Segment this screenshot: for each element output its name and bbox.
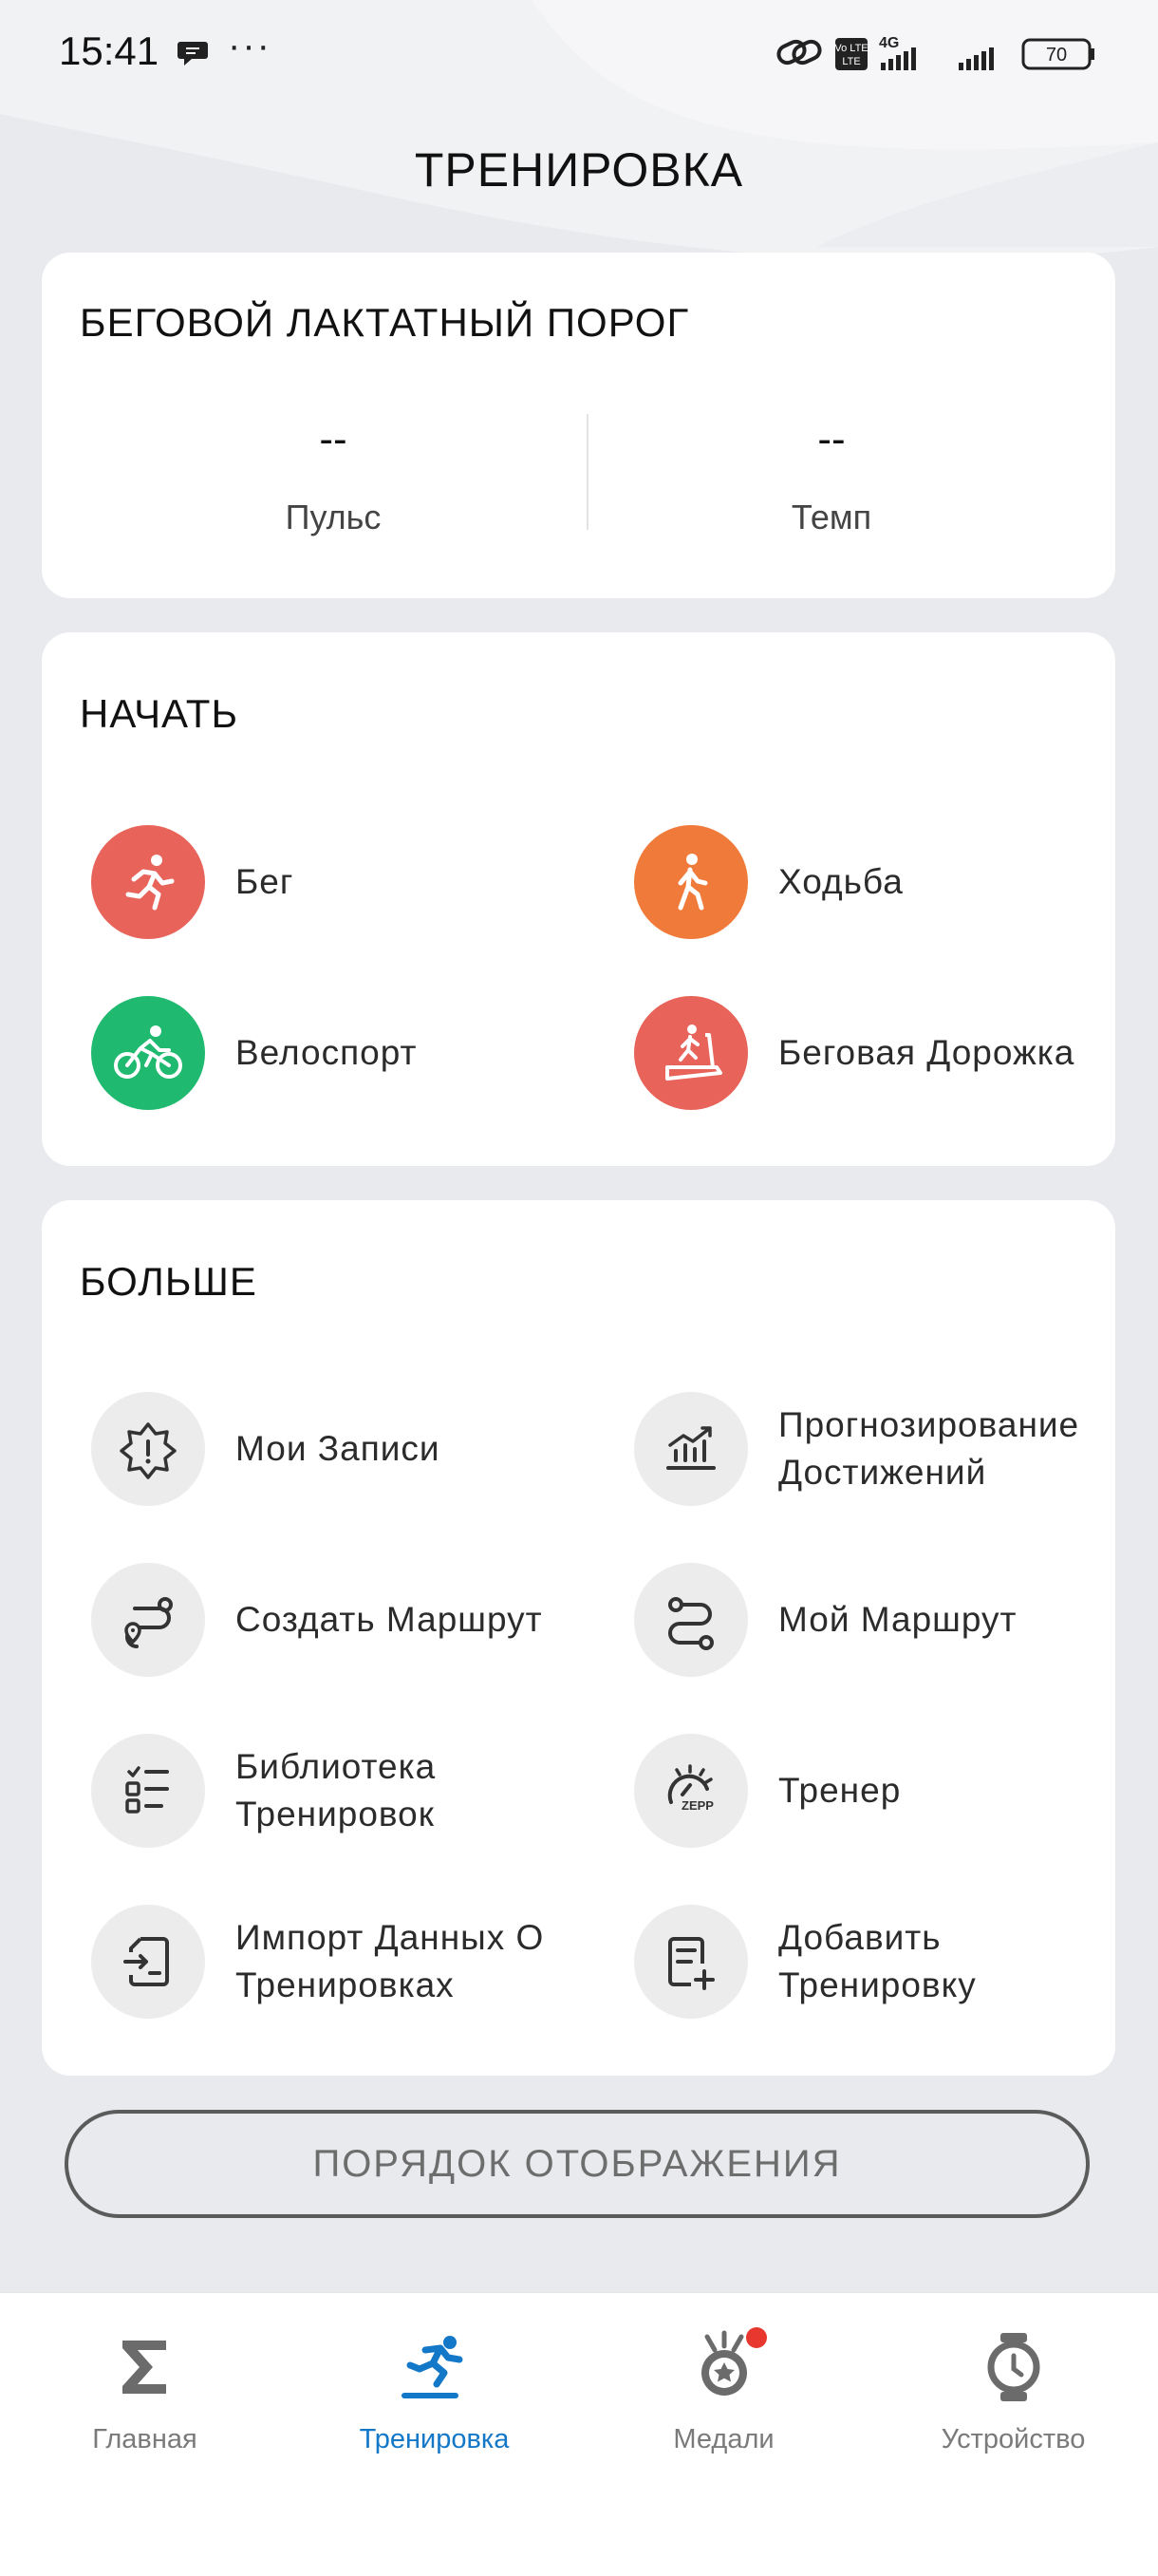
more-my-route[interactable]: Мой Маршрут [634, 1558, 1109, 1682]
zepp-coach-icon: ZEPP [634, 1734, 748, 1848]
bottom-tab-bar: Главная Тренировка Медали Устройство [0, 2292, 1158, 2576]
workout-runner-icon [401, 2336, 462, 2398]
status-more-dots: ··· [228, 25, 271, 66]
tab-home-label: Главная [92, 2424, 197, 2454]
cycling-icon [91, 996, 205, 1110]
medals-notification-dot [746, 2327, 767, 2348]
more-import-line2: Тренировках [235, 1965, 455, 2004]
watch-icon [987, 2333, 1039, 2401]
more-workout-library[interactable]: Библиотека Тренировок [91, 1729, 585, 1852]
records-badge-icon [91, 1392, 205, 1506]
start-card-title: НАЧАТЬ [80, 691, 239, 736]
start-treadmill-label: Беговая Дорожка [778, 1033, 1075, 1072]
more-card-title: БОЛЬШЕ [80, 1259, 257, 1304]
tab-device[interactable]: Устройство [868, 2312, 1158, 2454]
tab-workout-label: Тренировка [359, 2424, 510, 2454]
tab-home[interactable]: Главная [0, 2312, 290, 2454]
more-my-records-label: Мои Записи [235, 1429, 440, 1468]
message-bubble-icon [177, 42, 208, 66]
add-workout-icon [634, 1905, 748, 2019]
more-library-line1: Библиотека [235, 1747, 437, 1786]
status-time: 15:41 [59, 28, 159, 73]
more-prediction-line1: Прогнозирование [778, 1405, 1080, 1444]
start-walk[interactable]: Ходьба [634, 820, 1099, 944]
page-title: ТРЕНИРОВКА [414, 143, 744, 197]
treadmill-icon [634, 996, 748, 1110]
pulse-label: Пульс [285, 498, 382, 536]
pace-value: -- [817, 416, 846, 462]
create-route-icon [91, 1563, 205, 1677]
lactate-divider [587, 414, 588, 530]
zepp-text: ZEPP [682, 1798, 714, 1813]
more-my-route-label: Мой Маршрут [778, 1600, 1018, 1639]
start-card: НАЧАТЬ Бег Ходьба Велоспорт Беговая Доро… [42, 632, 1115, 1166]
display-order-button[interactable]: ПОРЯДОК ОТОБРАЖЕНИЯ [65, 2110, 1090, 2218]
walking-icon [634, 825, 748, 939]
more-prediction-line2: Достижений [778, 1453, 987, 1492]
tab-workout[interactable]: Тренировка [290, 2312, 579, 2454]
my-route-icon [634, 1563, 748, 1677]
start-walk-label: Ходьба [778, 862, 904, 901]
more-my-records[interactable]: Мои Записи [91, 1387, 585, 1511]
status-icons: Vo LTE LTE 4G 70 [776, 35, 1094, 70]
more-add-workout[interactable]: Добавить Тренировку [634, 1900, 1109, 2023]
svg-text:4G: 4G [879, 35, 899, 51]
more-card: БОЛЬШЕ Мои Записи Прогнозирование Достиж… [42, 1200, 1115, 2076]
pace-label: Темп [791, 498, 872, 536]
more-add-line2: Тренировку [778, 1965, 977, 2004]
import-data-icon [91, 1905, 205, 2019]
start-cycle-label: Велоспорт [235, 1033, 418, 1072]
more-create-route[interactable]: Создать Маршрут [91, 1558, 585, 1682]
pulse-value: -- [319, 416, 347, 462]
svg-text:LTE: LTE [842, 56, 860, 67]
volte-text: Vo LTE [834, 43, 868, 54]
tab-medals-label: Медали [673, 2424, 775, 2454]
start-cycle[interactable]: Велоспорт [91, 991, 566, 1115]
more-coach[interactable]: ZEPP Тренер [634, 1729, 1109, 1852]
running-icon [91, 825, 205, 939]
start-treadmill[interactable]: Беговая Дорожка [634, 991, 1109, 1115]
lactate-threshold-card[interactable]: БЕГОВОЙ ЛАКТАТНЫЙ ПОРОГ -- Пульс -- Темп [42, 253, 1115, 598]
link-icon [776, 39, 822, 66]
more-coach-label: Тренер [778, 1771, 902, 1810]
sigma-icon [121, 2341, 166, 2394]
more-create-route-label: Создать Маршрут [235, 1600, 543, 1639]
tab-medals[interactable]: Медали [579, 2312, 868, 2454]
more-import-data[interactable]: Импорт Данных О Тренировках [91, 1900, 604, 2023]
chart-prediction-icon [634, 1392, 748, 1506]
start-run[interactable]: Бег [91, 820, 566, 944]
start-run-label: Бег [235, 862, 294, 901]
more-import-line1: Импорт Данных О [235, 1918, 545, 1957]
workout-library-icon [91, 1734, 205, 1848]
more-add-line1: Добавить [778, 1918, 942, 1957]
more-achievement-prediction[interactable]: Прогнозирование Достижений [634, 1387, 1109, 1511]
lactate-card-title: БЕГОВОЙ ЛАКТАТНЫЙ ПОРОГ [80, 300, 690, 345]
battery-level: 70 [1046, 45, 1067, 66]
tab-device-label: Устройство [941, 2424, 1086, 2454]
more-library-line2: Тренировок [235, 1795, 435, 1833]
